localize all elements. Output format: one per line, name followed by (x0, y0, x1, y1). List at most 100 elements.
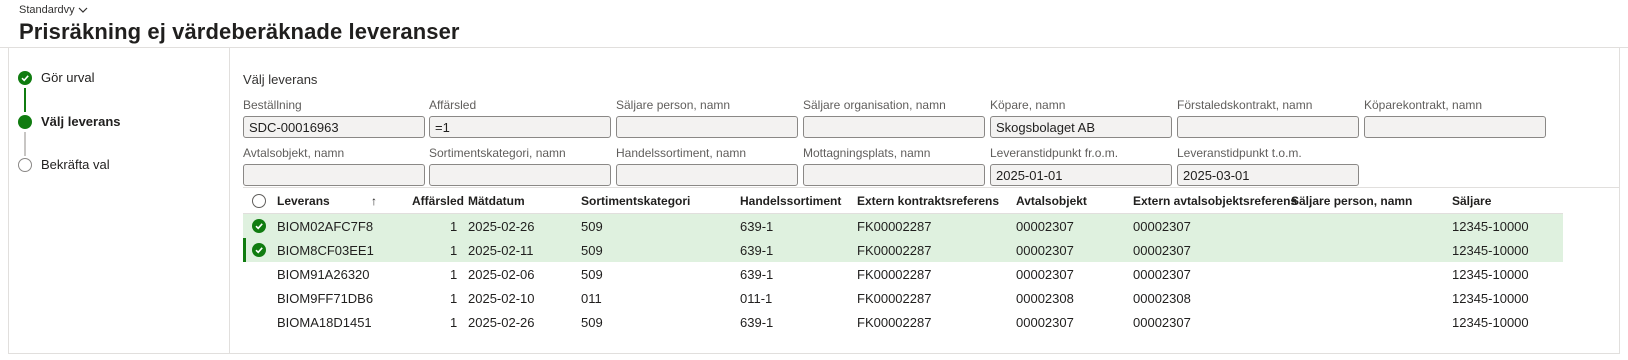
current-step-icon (18, 114, 32, 129)
field-label: Säljare organisation, namn (803, 98, 946, 112)
koparekontrakt-input[interactable] (1364, 116, 1546, 138)
field-label: Affärsled (429, 98, 477, 112)
cell-leverans: BIOM02AFC7F8 (277, 219, 374, 234)
filter-affarsled: Affärsled =1 (429, 98, 611, 138)
field-label: Mottagningsplats, namn (803, 146, 931, 160)
cell-handelssortiment: 639-1 (740, 315, 774, 330)
cell-affarsled: 1 (450, 291, 458, 306)
table-row[interactable]: BIOM02AFC7F8 1 2025-02-26 509 639-1 FK00… (243, 214, 1563, 238)
cell-extern-avtal: 00002308 (1133, 291, 1191, 306)
cell-affarsled: 1 (450, 315, 458, 330)
cell-affarsled: 1 (450, 267, 458, 282)
step-label: Välj leverans (41, 114, 121, 129)
cell-handelssortiment: 639-1 (740, 219, 774, 234)
field-label: Leveranstidpunkt fr.o.m. (990, 146, 1119, 160)
row-selected-checkmark-icon[interactable] (252, 219, 266, 233)
column-header-extern-avtal[interactable]: Extern avtalsobjektsreferens (1133, 194, 1297, 208)
field-label: Köparekontrakt, namn (1364, 98, 1483, 112)
column-header-affarsled[interactable]: Affärsled (412, 194, 464, 208)
cell-matdatum: 2025-02-26 (468, 219, 535, 234)
table-row[interactable]: BIOM91A26320 1 2025-02-06 509 639-1 FK00… (243, 262, 1563, 286)
step-label: Bekräfta val (41, 157, 110, 172)
column-header-extern-kontrakt[interactable]: Extern kontraktsreferens (857, 194, 999, 208)
cell-avtalsobjekt: 00002307 (1016, 267, 1074, 282)
field-label: Köpare, namn (990, 98, 1066, 112)
cell-matdatum: 2025-02-06 (468, 267, 535, 282)
checkmark-icon (18, 70, 32, 85)
view-selector[interactable]: Standardvy (19, 4, 88, 16)
cell-matdatum: 2025-02-10 (468, 291, 535, 306)
cell-sortimentskategori: 509 (581, 315, 603, 330)
leveranstid-tom-input[interactable]: 2025-03-01 (1177, 164, 1359, 186)
filter-koparekontrakt: Köparekontrakt, namn (1364, 98, 1546, 138)
filter-mottagningsplats: Mottagningsplats, namn (803, 146, 985, 186)
chevron-down-icon (78, 7, 88, 13)
page-title: Prisräkning ej värdeberäknade leveranser (19, 19, 460, 44)
cell-leverans: BIOMA18D1451 (277, 315, 372, 330)
table-row[interactable]: BIOMA18D1451 1 2025-02-26 509 639-1 FK00… (243, 310, 1563, 334)
cell-leverans: BIOM8CF03EE1 (277, 243, 374, 258)
forstaledskontrakt-input[interactable] (1177, 116, 1359, 138)
filter-kopare: Köpare, namn Skogsbolaget AB (990, 98, 1172, 138)
mottagningsplats-input[interactable] (803, 164, 985, 186)
kopare-input[interactable]: Skogsbolaget AB (990, 116, 1172, 138)
affarsled-input[interactable]: =1 (429, 116, 611, 138)
cell-extern-avtal: 00002307 (1133, 219, 1191, 234)
cell-avtalsobjekt: 00002307 (1016, 219, 1074, 234)
cell-avtalsobjekt: 00002308 (1016, 291, 1074, 306)
section-title: Välj leverans (243, 72, 318, 87)
cell-avtalsobjekt: 00002307 (1016, 243, 1074, 258)
handelssortiment-input[interactable] (616, 164, 798, 186)
leveranstid-from-input[interactable]: 2025-01-01 (990, 164, 1172, 186)
filter-avtalsobjekt: Avtalsobjekt, namn (243, 146, 425, 186)
avtalsobjekt-input[interactable] (243, 164, 425, 186)
step-valj-leverans[interactable]: Välj leverans (18, 114, 121, 129)
cell-extern-kontrakt: FK00002287 (857, 219, 932, 234)
cell-extern-avtal: 00002307 (1133, 267, 1191, 282)
cell-leverans: BIOM91A26320 (277, 267, 370, 282)
row-selected-checkmark-icon[interactable] (252, 243, 266, 257)
sortimentskategori-input[interactable] (429, 164, 611, 186)
cell-affarsled: 1 (450, 219, 458, 234)
field-label: Handelssortiment, namn (616, 146, 747, 160)
column-header-handelssortiment[interactable]: Handelssortiment (740, 194, 841, 208)
cell-extern-avtal: 00002307 (1133, 315, 1191, 330)
step-connector (24, 132, 26, 156)
sort-ascending-icon[interactable]: ↑ (371, 194, 377, 208)
filter-handelssortiment: Handelssortiment, namn (616, 146, 798, 186)
cell-sortimentskategori: 509 (581, 267, 603, 282)
saljare-org-input[interactable] (803, 116, 985, 138)
view-selector-label: Standardvy (19, 4, 75, 16)
filter-forstaledskontrakt: Förstaledskontrakt, namn (1177, 98, 1359, 138)
field-label: Beställning (243, 98, 302, 112)
cell-saljare: 12345-10000 (1452, 291, 1529, 306)
step-bekrafta-val[interactable]: Bekräfta val (18, 157, 110, 172)
cell-saljare: 12345-10000 (1452, 243, 1529, 258)
cell-handelssortiment: 011-1 (740, 291, 773, 306)
cell-handelssortiment: 639-1 (740, 267, 774, 282)
cell-affarsled: 1 (450, 243, 458, 258)
column-header-saljare-person[interactable]: Säljare person, namn (1291, 194, 1412, 208)
field-label: Säljare person, namn (616, 98, 731, 112)
select-all-checkbox[interactable] (252, 194, 266, 208)
column-header-leverans[interactable]: Leverans (277, 194, 330, 208)
step-label: Gör urval (41, 70, 95, 85)
table-row[interactable]: BIOM8CF03EE1 1 2025-02-11 509 639-1 FK00… (243, 238, 1563, 262)
table-row[interactable]: BIOM9FF71DB6 1 2025-02-10 011 011-1 FK00… (243, 286, 1563, 310)
column-header-matdatum[interactable]: Mätdatum (468, 194, 525, 208)
cell-sortimentskategori: 509 (581, 219, 603, 234)
column-header-sortimentskategori[interactable]: Sortimentskategori (581, 194, 690, 208)
cell-extern-kontrakt: FK00002287 (857, 243, 932, 258)
cell-avtalsobjekt: 00002307 (1016, 315, 1074, 330)
column-header-saljare[interactable]: Säljare (1452, 194, 1491, 208)
bestallning-input[interactable]: SDC-00016963 (243, 116, 425, 138)
field-label: Avtalsobjekt, namn (243, 146, 345, 160)
column-header-avtalsobjekt[interactable]: Avtalsobjekt (1016, 194, 1087, 208)
step-connector (24, 88, 26, 112)
field-label: Sortimentskategori, namn (429, 146, 566, 160)
cell-matdatum: 2025-02-26 (468, 315, 535, 330)
field-label: Leveranstidpunkt t.o.m. (1177, 146, 1302, 160)
cell-saljare: 12345-10000 (1452, 267, 1529, 282)
saljare-person-input[interactable] (616, 116, 798, 138)
step-gor-urval[interactable]: Gör urval (18, 70, 94, 85)
